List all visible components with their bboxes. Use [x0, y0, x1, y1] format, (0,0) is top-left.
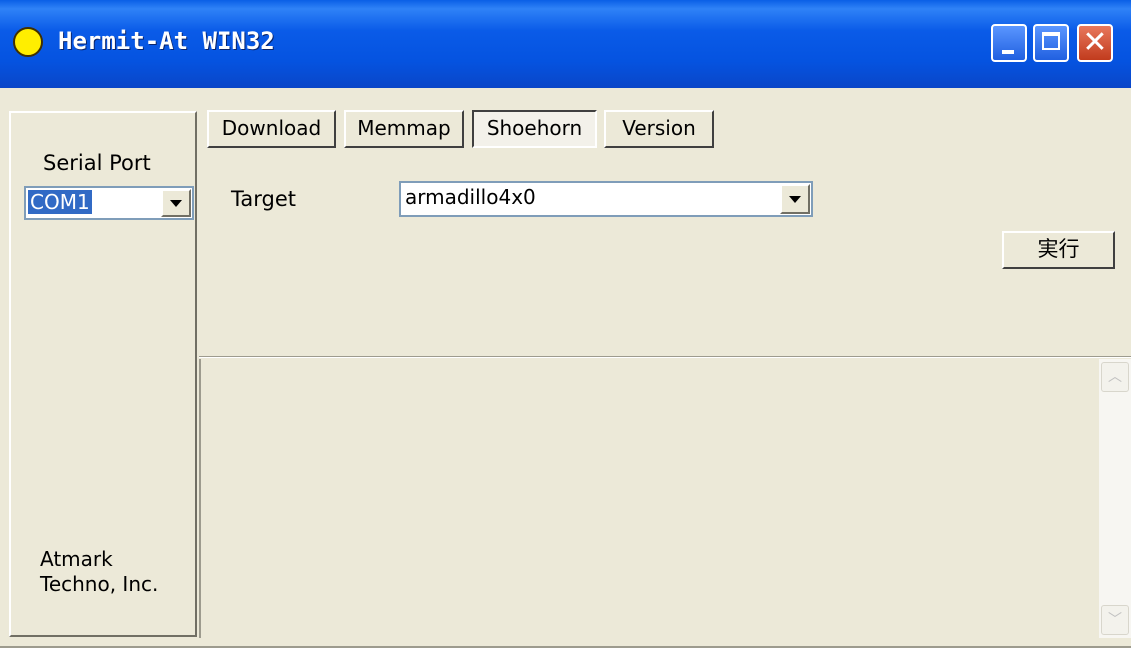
target-select[interactable]: armadillo4x0 — [399, 181, 813, 217]
run-button[interactable]: 実行 — [1002, 231, 1115, 269]
target-label: Target — [231, 187, 296, 211]
close-button[interactable]: ✕ — [1077, 24, 1113, 62]
left-panel: Serial Port COM1 Atmark Techno, Inc. — [9, 111, 197, 637]
company-line-1: Atmark — [40, 547, 113, 571]
client-area: Serial Port COM1 Atmark Techno, Inc. Dow… — [0, 88, 1131, 648]
minimize-icon — [1002, 50, 1014, 54]
chevron-down-icon — [789, 196, 801, 203]
tab-memmap[interactable]: Memmap — [344, 110, 464, 148]
company-name: Atmark Techno, Inc. — [40, 547, 158, 597]
maximize-icon — [1042, 32, 1060, 50]
window-title: Hermit-At WIN32 — [58, 27, 275, 55]
tab-download[interactable]: Download — [207, 110, 336, 148]
title-bar[interactable]: Hermit-At WIN32 ✕ — [0, 0, 1131, 88]
maximize-button[interactable] — [1033, 24, 1069, 62]
tab-shoehorn[interactable]: Shoehorn — [472, 110, 597, 148]
serial-port-dropdown-button[interactable] — [161, 189, 191, 217]
serial-port-select[interactable]: COM1 — [24, 186, 194, 220]
output-log[interactable]: ︿ ﹀ — [199, 359, 1131, 638]
menu-strip — [0, 88, 1131, 102]
right-panel: Download Memmap Shoehorn Version Target … — [199, 108, 1131, 638]
scroll-down-button[interactable]: ﹀ — [1101, 605, 1129, 635]
target-value: armadillo4x0 — [405, 185, 536, 209]
output-scrollbar[interactable]: ︿ ﹀ — [1099, 359, 1131, 638]
scroll-up-button[interactable]: ︿ — [1101, 362, 1129, 392]
close-icon: ✕ — [1082, 25, 1108, 60]
target-dropdown-button[interactable] — [780, 184, 810, 214]
tab-version[interactable]: Version — [604, 110, 714, 148]
company-line-2: Techno, Inc. — [40, 572, 159, 596]
serial-port-label: Serial Port — [43, 151, 151, 175]
minimize-button[interactable] — [991, 24, 1027, 62]
app-icon[interactable] — [13, 27, 43, 57]
chevron-down-icon — [170, 200, 182, 207]
serial-port-value: COM1 — [28, 190, 92, 214]
divider — [199, 356, 1131, 358]
